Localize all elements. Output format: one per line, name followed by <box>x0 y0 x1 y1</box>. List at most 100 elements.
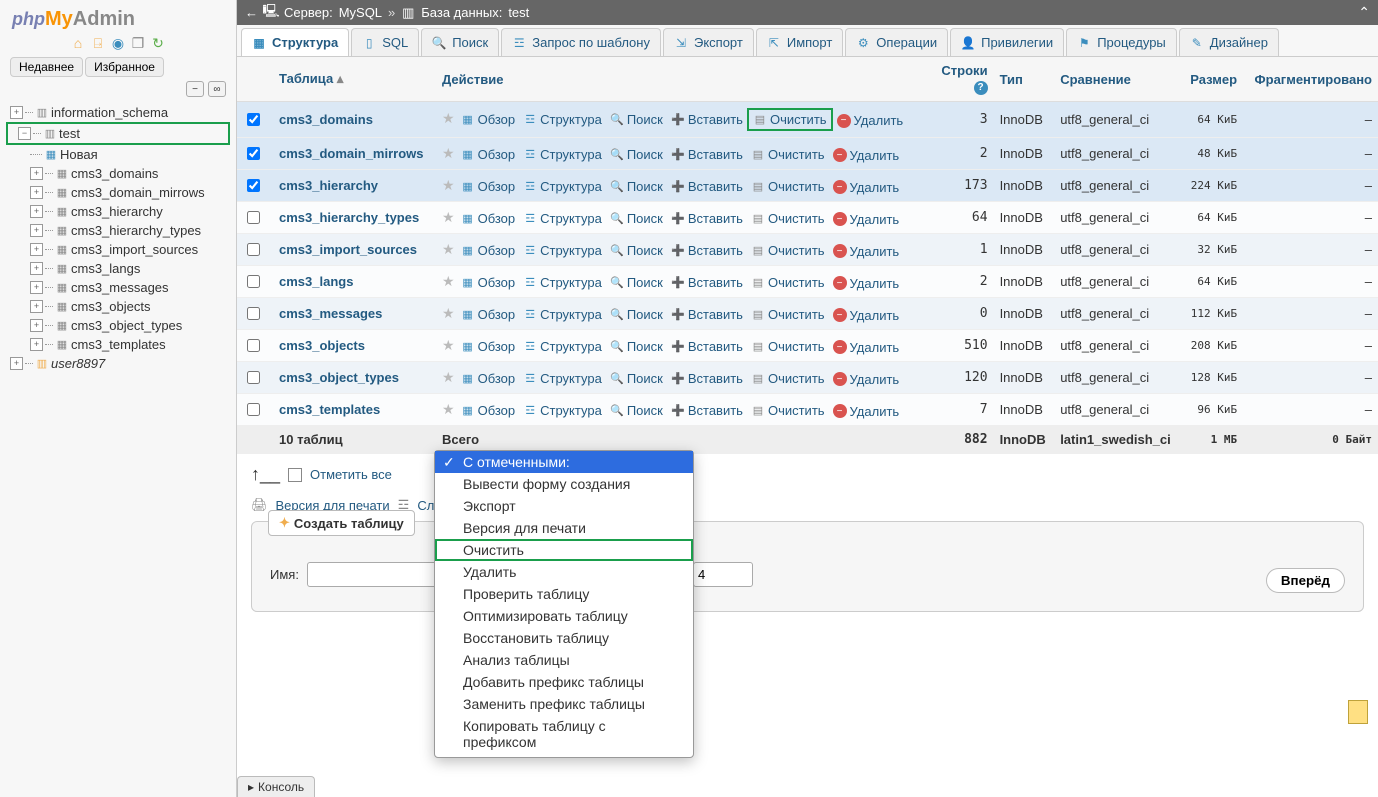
dropdown-option[interactable]: Копировать таблицу с префиксом <box>435 715 693 753</box>
action-drop[interactable]: −Удалить <box>829 244 904 259</box>
bookmark-icon[interactable] <box>1348 700 1368 724</box>
table-name[interactable]: cms3_langs <box>279 274 353 289</box>
action-search[interactable]: 🔍Поиск <box>606 112 667 127</box>
action-search[interactable]: 🔍Поиск <box>606 243 667 258</box>
action-insert[interactable]: ➕Вставить <box>667 211 747 226</box>
star-icon[interactable]: ★ <box>442 177 455 193</box>
tab-favorites[interactable]: Избранное <box>85 57 164 77</box>
action-search[interactable]: 🔍Поиск <box>606 179 667 194</box>
tree-table[interactable]: +▦cms3_hierarchy_types <box>0 221 236 240</box>
expand-icon[interactable]: + <box>30 338 43 351</box>
row-checkbox[interactable] <box>247 371 260 384</box>
row-checkbox[interactable] <box>247 307 260 320</box>
table-name[interactable]: cms3_domains <box>279 112 373 127</box>
action-structure[interactable]: ☲Структура <box>519 275 606 290</box>
tab-SQL[interactable]: ▯SQL <box>351 28 419 56</box>
action-structure[interactable]: ☲Структура <box>519 147 606 162</box>
star-icon[interactable]: ★ <box>442 273 455 289</box>
action-empty[interactable]: ▤Очистить <box>747 211 829 226</box>
action-structure[interactable]: ☲Структура <box>519 403 606 418</box>
row-checkbox[interactable] <box>247 243 260 256</box>
row-checkbox[interactable] <box>247 113 260 126</box>
globe-icon[interactable]: ◉ <box>110 35 126 51</box>
cols-input[interactable] <box>693 562 753 587</box>
tab-Процедуры[interactable]: ⚑Процедуры <box>1066 28 1177 56</box>
expand-icon[interactable]: + <box>30 300 43 313</box>
action-drop[interactable]: −Удалить <box>829 180 904 195</box>
action-drop[interactable]: −Удалить <box>833 113 908 128</box>
action-search[interactable]: 🔍Поиск <box>606 211 667 226</box>
link-icon[interactable]: ∞ <box>208 81 226 97</box>
tab-Запрос по шаблону[interactable]: ☲Запрос по шаблону <box>501 28 661 56</box>
action-search[interactable]: 🔍Поиск <box>606 147 667 162</box>
action-drop[interactable]: −Удалить <box>829 276 904 291</box>
action-structure[interactable]: ☲Структура <box>519 371 606 386</box>
tab-Экспорт[interactable]: ⇲Экспорт <box>663 28 754 56</box>
table-name[interactable]: cms3_hierarchy_types <box>279 210 419 225</box>
tab-Операции[interactable]: ⚙Операции <box>845 28 948 56</box>
expand-icon[interactable]: + <box>30 262 43 275</box>
dropdown-option[interactable]: Экспорт <box>435 495 693 517</box>
tab-Поиск[interactable]: 🔍Поиск <box>421 28 499 56</box>
expand-icon[interactable]: + <box>30 319 43 332</box>
action-structure[interactable]: ☲Структура <box>519 243 606 258</box>
action-search[interactable]: 🔍Поиск <box>606 371 667 386</box>
star-icon[interactable]: ★ <box>442 209 455 225</box>
expand-icon[interactable]: + <box>10 106 23 119</box>
tree-table[interactable]: +▦cms3_object_types <box>0 316 236 335</box>
dropdown-option[interactable]: Анализ таблицы <box>435 649 693 671</box>
expand-icon[interactable]: + <box>30 205 43 218</box>
reload-icon[interactable]: ↻ <box>150 35 166 51</box>
table-name[interactable]: cms3_hierarchy <box>279 178 378 193</box>
action-structure[interactable]: ☲Структура <box>519 307 606 322</box>
logout-icon[interactable]: ⍈ <box>90 35 106 51</box>
action-drop[interactable]: −Удалить <box>829 212 904 227</box>
th-size[interactable]: Размер <box>1182 57 1243 102</box>
tree-table[interactable]: +▦cms3_templates <box>0 335 236 354</box>
action-insert[interactable]: ➕Вставить <box>667 112 747 127</box>
action-insert[interactable]: ➕Вставить <box>667 275 747 290</box>
expand-icon[interactable]: + <box>30 224 43 237</box>
action-browse[interactable]: ▦Обзор <box>457 147 520 162</box>
table-name[interactable]: cms3_objects <box>279 338 365 353</box>
table-name[interactable]: cms3_object_types <box>279 370 399 385</box>
action-empty[interactable]: ▤Очистить <box>747 403 829 418</box>
collapse-icon[interactable]: − <box>18 127 31 140</box>
tree-table[interactable]: +▦cms3_import_sources <box>0 240 236 259</box>
checkall-box[interactable] <box>288 468 302 482</box>
go-button[interactable]: Вперёд <box>1266 568 1345 593</box>
dropdown-option[interactable]: Вывести форму создания <box>435 473 693 495</box>
action-insert[interactable]: ➕Вставить <box>667 179 747 194</box>
with-selected-dropdown[interactable]: С отмеченными:Вывести форму созданияЭксп… <box>434 450 694 758</box>
dropdown-option[interactable]: Проверить таблицу <box>435 583 693 605</box>
action-structure[interactable]: ☲Структура <box>519 211 606 226</box>
star-icon[interactable]: ★ <box>442 145 455 161</box>
tree-table[interactable]: +▦cms3_domains <box>0 164 236 183</box>
action-browse[interactable]: ▦Обзор <box>457 112 520 127</box>
tree-table[interactable]: +▦cms3_hierarchy <box>0 202 236 221</box>
action-browse[interactable]: ▦Обзор <box>457 211 520 226</box>
th-collation[interactable]: Сравнение <box>1054 57 1182 102</box>
action-browse[interactable]: ▦Обзор <box>457 179 520 194</box>
dropdown-option[interactable]: Восстановить таблицу <box>435 627 693 649</box>
checkall-link[interactable]: Отметить все <box>310 467 392 482</box>
action-insert[interactable]: ➕Вставить <box>667 147 747 162</box>
row-checkbox[interactable] <box>247 403 260 416</box>
star-icon[interactable]: ★ <box>442 369 455 385</box>
dropdown-option[interactable]: Оптимизировать таблицу <box>435 605 693 627</box>
tree-db-user[interactable]: + ▥ user8897 <box>0 354 236 373</box>
action-empty[interactable]: ▤Очистить <box>747 339 829 354</box>
th-overhead[interactable]: Фрагментировано <box>1243 57 1378 102</box>
docs-icon[interactable]: ❐ <box>130 35 146 51</box>
dropdown-option[interactable]: С отмеченными: <box>435 451 693 473</box>
star-icon[interactable]: ★ <box>442 337 455 353</box>
dropdown-option[interactable]: Заменить префикс таблицы <box>435 693 693 715</box>
action-browse[interactable]: ▦Обзор <box>457 339 520 354</box>
dropdown-option[interactable]: Удалить <box>435 561 693 583</box>
action-search[interactable]: 🔍Поиск <box>606 307 667 322</box>
action-empty[interactable]: ▤Очистить <box>747 275 829 290</box>
star-icon[interactable]: ★ <box>442 110 455 126</box>
collapse-icon[interactable]: − <box>186 81 204 97</box>
dropdown-option[interactable]: Добавить префикс таблицы <box>435 671 693 693</box>
action-drop[interactable]: −Удалить <box>829 308 904 323</box>
